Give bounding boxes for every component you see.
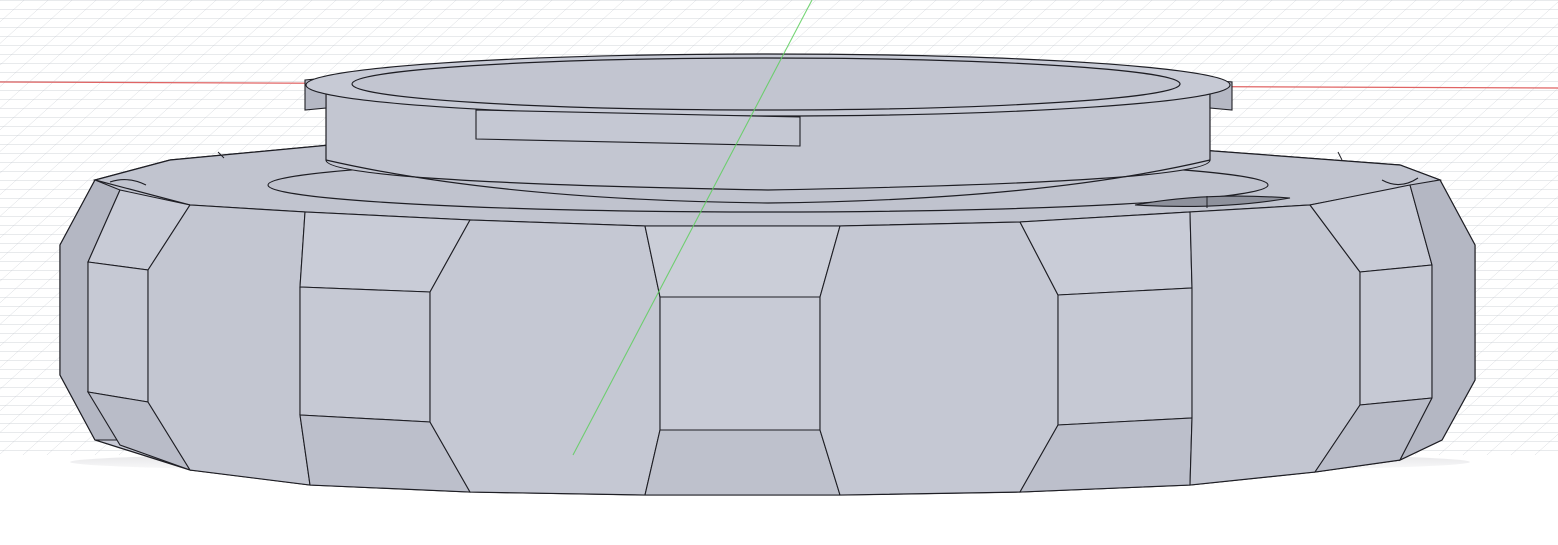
- 3d-viewport[interactable]: [0, 0, 1558, 545]
- cad-scene[interactable]: [0, 0, 1558, 545]
- facet-left-flat: [87, 261, 149, 403]
- facet-7-flat: [1057, 287, 1193, 426]
- collar-inner-bore: [351, 57, 1181, 111]
- facet-3-flat: [299, 286, 431, 423]
- facet-4-band: [429, 219, 661, 496]
- facet-9-flat: [1359, 264, 1433, 406]
- facet-5-flat: [659, 296, 821, 431]
- facet-6-band: [819, 221, 1059, 496]
- facet-5-chamfer-bottom: [644, 429, 841, 496]
